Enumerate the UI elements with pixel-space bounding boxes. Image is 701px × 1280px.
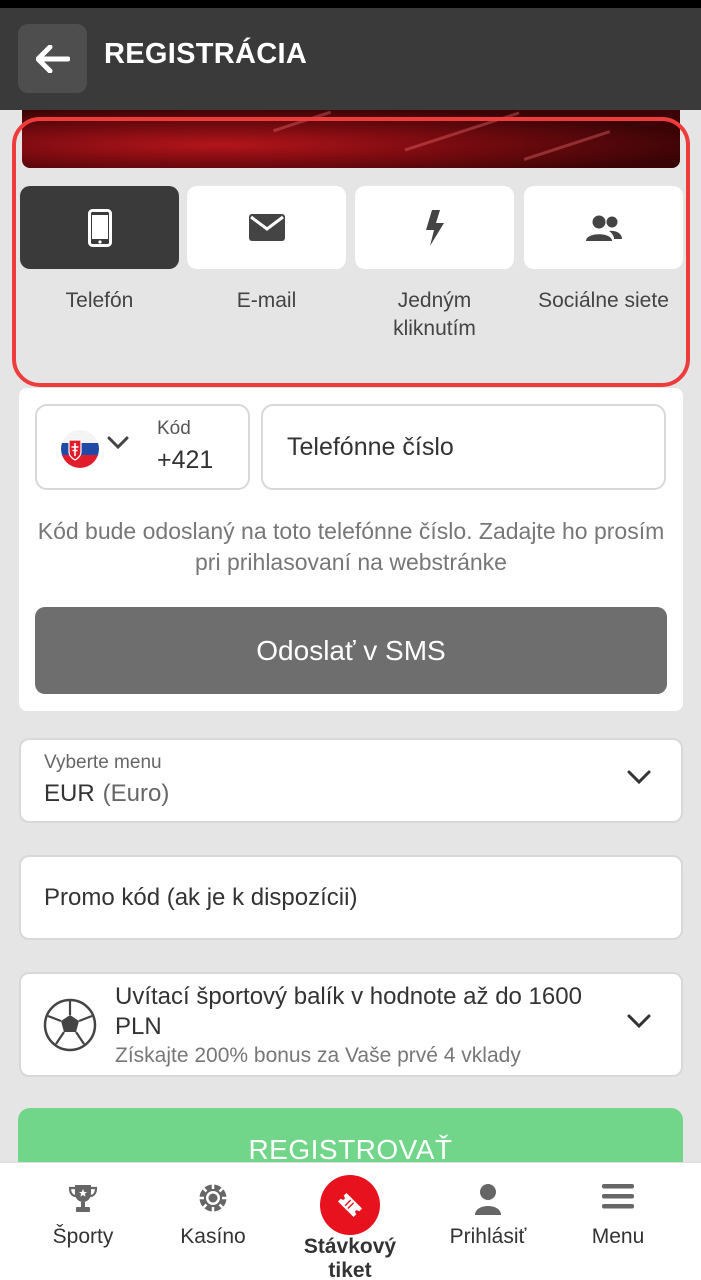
method-label: Sociálne siete: [538, 289, 669, 312]
code-value: +421: [157, 446, 214, 474]
method-label: Telefón: [65, 289, 134, 312]
method-label: Jedným kliknutím: [393, 289, 476, 340]
mail-icon: [248, 214, 285, 241]
method-social[interactable]: Sociálne siete: [524, 186, 683, 315]
nav-label: Kasíno: [180, 1225, 246, 1248]
soccer-ball-icon: [43, 998, 97, 1052]
nav-label: Stávkový tiket: [303, 1235, 397, 1280]
nav-label: Športy: [52, 1225, 114, 1248]
code-label: Kód: [157, 418, 191, 439]
sms-hint-text: Kód bude odoslaný na toto telefónne čísl…: [37, 518, 665, 575]
page-title: REGISTRÁCIA: [104, 38, 308, 70]
hamburger-icon: [602, 1184, 634, 1209]
phone-number-input[interactable]: Telefónne číslo: [261, 404, 666, 490]
welcome-bonus-select[interactable]: Uvítací športový balík v hodnote až do 1…: [19, 972, 683, 1077]
phone-form-card: Kód +421 Telefónne číslo Kód bude odosla…: [19, 388, 683, 711]
ticket-icon: [337, 1192, 363, 1218]
arrow-left-icon: [35, 44, 70, 73]
registration-methods: Telefón E-mail Jedným kliknutím Sociálne…: [20, 186, 701, 340]
promo-code-input[interactable]: Promo kód (ak je k dispozícii): [19, 855, 683, 940]
method-email[interactable]: E-mail: [187, 186, 346, 315]
nav-item-bet-slip[interactable]: Stávkový tiket: [280, 1163, 420, 1280]
nav-item-sports[interactable]: Športy: [13, 1163, 153, 1280]
send-sms-button[interactable]: Odoslať v SMS: [35, 607, 667, 694]
nav-label: Menu: [591, 1225, 645, 1248]
slovakia-flag-icon: [61, 430, 99, 468]
promo-banner: [22, 110, 680, 168]
currency-label: Vyberte menu: [44, 752, 162, 773]
method-phone[interactable]: Telefón: [20, 186, 179, 315]
phone-icon: [87, 208, 112, 247]
currency-name: (Euro): [102, 780, 170, 807]
app-header: REGISTRÁCIA: [0, 8, 701, 110]
chevron-down-icon: [627, 1014, 651, 1029]
nav-label: Prihlásiť: [449, 1225, 527, 1248]
back-button[interactable]: [18, 24, 87, 93]
chevron-down-icon: [107, 436, 129, 450]
nav-item-casino[interactable]: Kasíno: [143, 1163, 283, 1280]
method-label: E-mail: [236, 289, 297, 312]
trophy-icon: [68, 1185, 98, 1212]
nav-item-login[interactable]: Prihlásiť: [418, 1163, 558, 1280]
method-one-click[interactable]: Jedným kliknutím: [355, 186, 514, 343]
bottom-navigation: Športy Kasíno Stávkový tiket Prihlásiť M…: [0, 1162, 701, 1280]
bonus-title: Uvítací športový balík v hodnote až do 1…: [115, 983, 582, 1040]
currency-select[interactable]: Vyberte menu EUR (Euro): [19, 738, 683, 823]
country-code-select[interactable]: Kód +421: [35, 404, 250, 490]
people-icon: [585, 215, 622, 241]
bonus-subtitle: Získajte 200% bonus za Vaše prvé 4 vklad…: [115, 1044, 521, 1067]
lightning-icon: [425, 209, 444, 246]
casino-chip-icon: [199, 1184, 227, 1212]
status-strip: [0, 0, 701, 8]
user-icon: [475, 1184, 501, 1215]
chevron-down-icon: [627, 770, 651, 785]
nav-item-menu[interactable]: Menu: [548, 1163, 688, 1280]
currency-value: EUR (Euro): [44, 780, 169, 808]
currency-code: EUR: [44, 780, 95, 807]
